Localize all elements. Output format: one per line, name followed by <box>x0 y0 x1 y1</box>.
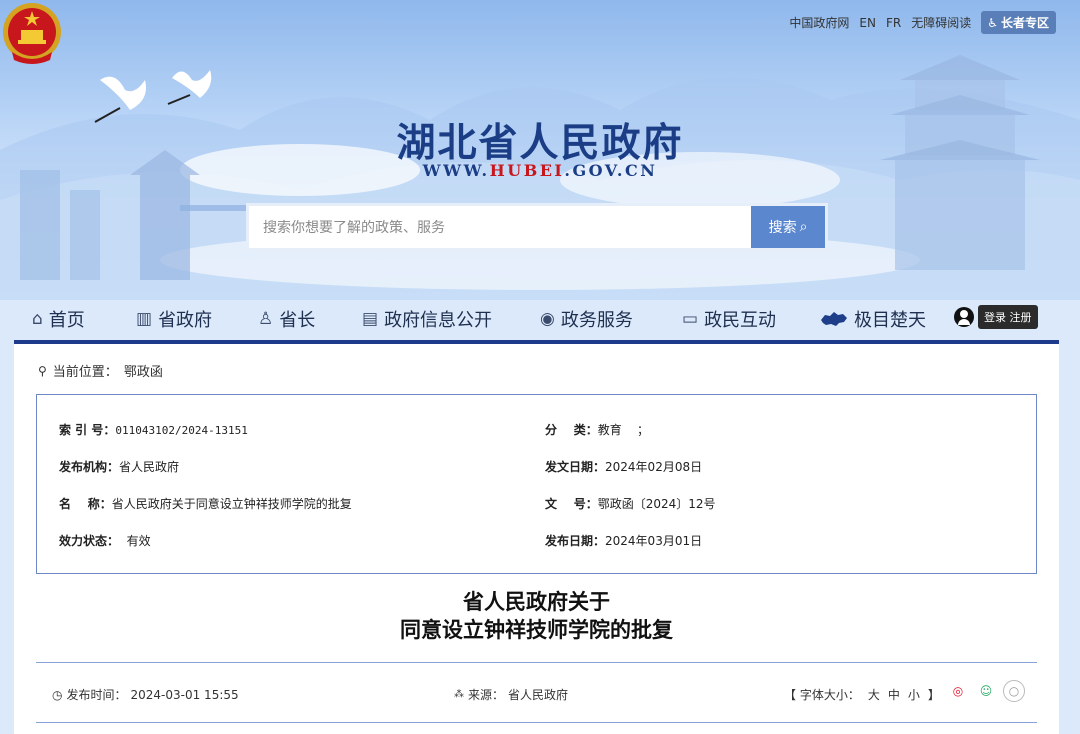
nav-label: 政民互动 <box>704 310 777 331</box>
header-banner: 中国政府网 EN FR 无障碍阅读 ♿ 长者专区 湖北省人民政府 WWW.HUB… <box>0 0 1080 300</box>
publish-time: ◷ 发布时间： 2024-03-01 15:55 <box>52 686 239 703</box>
nav-label: 政府信息公开 <box>384 310 493 331</box>
nav-public-interaction[interactable]: ▭ 政民互动 <box>682 306 776 332</box>
font-size-small[interactable]: 小 <box>908 686 920 703</box>
breadcrumb: ⚲ 当前位置： 鄂政函 <box>38 361 163 381</box>
search-bar: 搜索 ⌕ <box>246 203 828 251</box>
main-content: ⚲ 当前位置： 鄂政函 索 引 号：011043102/2024-13151 分… <box>14 344 1059 734</box>
source-icon: ⁂ <box>454 689 464 700</box>
meta-index-value: 011043102/2024-13151 <box>115 424 248 437</box>
meta-org: 发布机构：省人民政府 <box>59 458 179 475</box>
meta-name-label: 名 称： <box>59 497 112 511</box>
search-icon: ⌕ <box>799 219 808 235</box>
meta-index-label: 索 引 号： <box>59 423 116 437</box>
nav-label: 首页 <box>48 310 85 331</box>
meta-publish-date: 发布日期：2024年03月01日 <box>545 532 702 549</box>
site-url: WWW.HUBEI.GOV.CN <box>0 161 1080 180</box>
font-size-label: 【 字体大小： <box>784 688 860 702</box>
building-icon: ▥ <box>136 309 153 329</box>
nav-info-disclosure[interactable]: ▤ 政府信息公开 <box>362 306 492 332</box>
meta-issue-date: 发文日期：2024年02月08日 <box>545 458 702 475</box>
article-title: 省人民政府关于 同意设立钟祥技师学院的批复 <box>14 588 1059 644</box>
nav-label: 极目楚天 <box>854 310 926 331</box>
nav-province-government[interactable]: ▥ 省政府 <box>136 306 212 332</box>
link-accessibility[interactable]: 无障碍阅读 <box>911 14 971 31</box>
divider-top <box>36 662 1037 663</box>
document-meta-box: 索 引 号：011043102/2024-13151 分 类：教育 ； 发布机构… <box>36 394 1037 574</box>
hubei-map-icon <box>821 312 847 326</box>
font-size-large[interactable]: 大 <box>868 686 880 703</box>
chat-icon: ▭ <box>682 309 699 329</box>
meta-doc-no-label: 文 号： <box>545 497 598 511</box>
meta-category-label: 分 类： <box>545 423 598 437</box>
login-register-button[interactable]: 登录 注册 <box>978 305 1038 329</box>
main-nav: ⌂ 首页 ▥ 省政府 ♙ 省长 ▤ 政府信息公开 ◉ 政务服务 ▭ 政民互动 极… <box>20 300 1060 342</box>
link-en[interactable]: EN <box>859 16 876 30</box>
national-emblem-icon <box>3 3 61 64</box>
nav-label: 省政府 <box>158 310 213 331</box>
site-url-suffix: .GOV.CN <box>564 161 658 180</box>
divider-bottom <box>36 722 1037 723</box>
user-avatar-icon[interactable] <box>954 307 974 327</box>
source: ⁂ 来源： 省人民政府 <box>454 686 568 703</box>
person-icon: ♙ <box>258 309 274 329</box>
nav-label: 政务服务 <box>560 310 633 331</box>
meta-issue-date-label: 发文日期： <box>545 460 606 474</box>
meta-index: 索 引 号：011043102/2024-13151 <box>59 421 248 438</box>
source-value: 省人民政府 <box>508 688 569 702</box>
site-title: 湖北省人民政府 <box>396 121 684 166</box>
site-url-highlight: HUBEI <box>489 161 565 180</box>
nav-government-services[interactable]: ◉ 政务服务 <box>540 306 633 332</box>
meta-doc-no-value: 鄂政函〔2024〕12号 <box>597 497 716 511</box>
document-icon: ▤ <box>362 309 379 329</box>
source-label: 来源： <box>468 688 505 702</box>
login-area: 登录 注册 <box>954 305 1038 329</box>
font-size-control: 【 字体大小： 大 中 小 】 <box>784 686 940 703</box>
publish-time-label: 发布时间： <box>66 688 127 702</box>
meta-category-value: 教育 ； <box>597 423 649 437</box>
publish-time-value: 2024-03-01 15:55 <box>130 687 239 702</box>
breadcrumb-current[interactable]: 鄂政函 <box>124 361 163 380</box>
elder-zone-button[interactable]: ♿ 长者专区 <box>981 11 1056 34</box>
meta-status: 效力状态： 有效 <box>59 532 151 549</box>
meta-issue-date-value: 2024年02月08日 <box>605 460 703 474</box>
meta-name-value: 省人民政府关于同意设立钟祥技师学院的批复 <box>111 497 352 511</box>
font-size-medium[interactable]: 中 <box>888 686 900 703</box>
service-icon: ◉ <box>540 309 555 329</box>
article-title-line2: 同意设立钟祥技师学院的批复 <box>400 618 673 642</box>
location-pin-icon: ⚲ <box>38 363 47 378</box>
nav-governor[interactable]: ♙ 省长 <box>258 306 315 332</box>
nav-label: 省长 <box>279 310 316 331</box>
nav-jimu-chutian[interactable]: 极目楚天 <box>820 306 926 332</box>
font-size-end: 】 <box>927 688 940 702</box>
top-links: 中国政府网 EN FR 无障碍阅读 ♿ 长者专区 <box>789 11 1056 34</box>
meta-publish-date-label: 发布日期： <box>545 534 606 548</box>
share-buttons: ◎ ☺ ○ <box>947 680 1025 702</box>
link-fr[interactable]: FR <box>886 16 901 30</box>
site-url-prefix: WWW. <box>422 161 490 180</box>
wechat-icon[interactable]: ☺ <box>975 680 997 702</box>
nav-home[interactable]: ⌂ 首页 <box>32 306 85 332</box>
search-input[interactable] <box>249 206 751 248</box>
meta-org-value: 省人民政府 <box>119 460 180 474</box>
qq-icon[interactable]: ○ <box>1003 680 1025 702</box>
meta-org-label: 发布机构： <box>59 460 120 474</box>
meta-doc-no: 文 号：鄂政函〔2024〕12号 <box>545 495 716 512</box>
search-button-label: 搜索 <box>768 220 797 236</box>
meta-name: 名 称：省人民政府关于同意设立钟祥技师学院的批复 <box>59 495 352 512</box>
article-title-line1: 省人民政府关于 <box>463 590 610 614</box>
meta-category: 分 类：教育 ； <box>545 421 649 438</box>
breadcrumb-label: 当前位置： <box>52 365 118 380</box>
walking-person-icon: ♿ <box>987 15 998 30</box>
meta-status-label: 效力状态： <box>59 534 120 548</box>
clock-icon: ◷ <box>52 687 63 702</box>
meta-status-value: 有效 <box>126 534 151 548</box>
link-gov-cn[interactable]: 中国政府网 <box>789 14 849 31</box>
meta-publish-date-value: 2024年03月01日 <box>605 534 703 548</box>
weibo-icon[interactable]: ◎ <box>947 680 969 702</box>
search-button[interactable]: 搜索 ⌕ <box>751 206 825 248</box>
home-icon: ⌂ <box>32 309 43 329</box>
elder-zone-label: 长者专区 <box>1000 16 1049 30</box>
